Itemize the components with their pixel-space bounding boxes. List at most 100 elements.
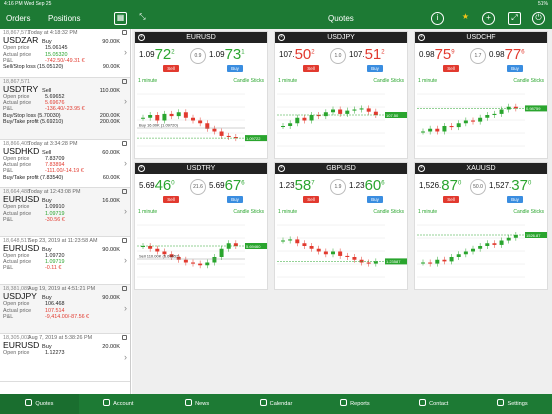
- bid-price[interactable]: 1,526.870: [419, 177, 461, 194]
- candle: [428, 128, 433, 132]
- ask-big: 73: [224, 46, 242, 63]
- candlestick-chart[interactable]: 107.50: [277, 88, 407, 158]
- ask-prefix: 0.98: [489, 50, 505, 59]
- calendar-icon[interactable]: ▦: [114, 12, 127, 25]
- position-item[interactable]: 18,648,517 Sep 23, 2019 at 11:23:58 AM EUR…: [0, 237, 130, 285]
- fullscreen-icon[interactable]: ⤢: [508, 12, 521, 25]
- position-item[interactable]: 18,305,003 Aug 7, 2019 at 5:38:26 PM EURUS…: [0, 334, 130, 382]
- sell-button[interactable]: Sell: [443, 196, 459, 203]
- bid-big: 50: [294, 46, 312, 63]
- chart-type[interactable]: Candle Sticks: [373, 77, 404, 86]
- candlestick-chart[interactable]: 0.98759: [417, 88, 547, 158]
- chart-controls: 1 minute Candle Sticks: [135, 77, 267, 86]
- ask-price[interactable]: 0.98776: [489, 46, 525, 63]
- chart-type[interactable]: Candle Sticks: [233, 208, 264, 217]
- chart-type[interactable]: Candle Sticks: [373, 208, 404, 217]
- chart-interval[interactable]: 1 minute: [138, 78, 157, 84]
- candle: [366, 108, 371, 112]
- buy-button[interactable]: Buy: [507, 65, 523, 72]
- buy-button[interactable]: Buy: [227, 65, 243, 72]
- chevron-right-icon[interactable]: ›: [124, 352, 127, 361]
- chevron-right-icon[interactable]: ›: [124, 47, 127, 56]
- chevron-right-icon[interactable]: ›: [124, 303, 127, 312]
- tab-news[interactable]: News: [158, 394, 237, 414]
- chart-type[interactable]: Candle Sticks: [513, 208, 544, 217]
- tab-settings[interactable]: Settings: [473, 394, 552, 414]
- ask-price[interactable]: 1.09731: [209, 46, 245, 63]
- candle: [205, 262, 210, 266]
- spread-badge: 21.6: [190, 179, 206, 195]
- position-item[interactable]: 18,664,488 Today at 12:43:08 PM EURUSD Buy 1…: [0, 188, 130, 237]
- quote-symbol: XAUUSD: [466, 165, 496, 172]
- pl-label: P&L: [3, 265, 14, 272]
- candle: [233, 243, 238, 246]
- chart-interval[interactable]: 1 minute: [278, 209, 297, 215]
- order-row: Buy/Take profit (5.69210) 200.00K: [3, 119, 127, 125]
- close-icon[interactable]: ×: [138, 165, 145, 172]
- chevron-right-icon[interactable]: ›: [124, 206, 127, 215]
- bid-price[interactable]: 1.09722: [139, 46, 175, 63]
- ask-price[interactable]: 5.69676: [209, 177, 245, 194]
- chart-interval[interactable]: 1 minute: [278, 78, 297, 84]
- candle: [183, 112, 188, 118]
- candlestick-chart[interactable]: 1.09722 Buy 16.00K (1.09720): [137, 88, 267, 158]
- quotes-grid: × EURUSD 1.09722 0.9 1.09731 Sell Buy 1 minute C…: [132, 29, 552, 394]
- positions-tab[interactable]: Positions: [48, 8, 80, 29]
- chart-interval[interactable]: 1 minute: [418, 209, 437, 215]
- position-item[interactable]: 18,867,571 Today at 4:18:32 PM USDZAR Buy 90…: [0, 29, 130, 78]
- chart-type[interactable]: Candle Sticks: [513, 77, 544, 86]
- candle: [295, 239, 300, 244]
- bid-price[interactable]: 0.98759: [419, 46, 455, 63]
- close-icon[interactable]: ×: [418, 34, 425, 41]
- chevron-right-icon[interactable]: ›: [124, 255, 127, 264]
- candle: [338, 109, 343, 114]
- chevron-right-icon[interactable]: ›: [124, 158, 127, 167]
- candlestick-chart[interactable]: 1.23587: [277, 219, 407, 289]
- power-icon[interactable]: ⏻: [532, 12, 545, 25]
- tab-calendar[interactable]: Calendar: [237, 394, 316, 414]
- tab-account[interactable]: Account: [79, 394, 158, 414]
- candlestick-chart[interactable]: 5.69460 Sell 110.00K (5.69652): [137, 219, 267, 289]
- tab-quotes[interactable]: Quotes: [0, 394, 79, 414]
- buy-button[interactable]: Buy: [367, 196, 383, 203]
- buy-button[interactable]: Buy: [507, 196, 523, 203]
- pl-value: -9,414.00/-87.56 €: [45, 313, 90, 320]
- quote-symbol: GBPUSD: [326, 165, 356, 172]
- orders-tab[interactable]: Orders: [6, 8, 30, 29]
- chevron-right-icon[interactable]: ›: [124, 96, 127, 105]
- fullscreen-icon[interactable]: ⤡: [136, 12, 149, 25]
- buy-button[interactable]: Buy: [367, 65, 383, 72]
- chart-interval[interactable]: 1 minute: [418, 78, 437, 84]
- tab-reports[interactable]: Reports: [315, 394, 394, 414]
- position-item[interactable]: 18,381,089 Aug 19, 2019 at 4:51:21 PM USDJ…: [0, 285, 130, 334]
- candle: [212, 128, 217, 132]
- ask-price[interactable]: 107.512: [349, 46, 385, 63]
- close-icon[interactable]: ×: [418, 165, 425, 172]
- bid-price[interactable]: 5.69460: [139, 177, 175, 194]
- chart-type[interactable]: Candle Sticks: [233, 77, 264, 86]
- sell-button[interactable]: Sell: [163, 196, 179, 203]
- position-item[interactable]: 18,867,571 USDTRY Sell 110.00K › Open price 5.…: [0, 77, 130, 140]
- candle: [449, 126, 454, 128]
- sell-button[interactable]: Sell: [443, 65, 459, 72]
- buy-button[interactable]: Buy: [227, 196, 243, 203]
- close-icon[interactable]: ×: [278, 165, 285, 172]
- add-icon[interactable]: +: [482, 12, 495, 25]
- ask-price[interactable]: 1,527.370: [489, 177, 531, 194]
- candlestick-chart[interactable]: 1526.87: [417, 219, 547, 289]
- bid-price[interactable]: 107.502: [279, 46, 315, 63]
- bid-price[interactable]: 1.23587: [279, 177, 315, 194]
- close-icon[interactable]: ×: [278, 34, 285, 41]
- sell-button[interactable]: Sell: [163, 65, 179, 72]
- candle: [506, 237, 511, 241]
- position-item[interactable]: 18,866,405 Today at 3:34:28 PM USDHKD Sell 6…: [0, 140, 130, 188]
- sell-button[interactable]: Sell: [303, 196, 319, 203]
- tab-contact[interactable]: Contact: [394, 394, 473, 414]
- chart-interval[interactable]: 1 minute: [138, 209, 157, 215]
- close-icon[interactable]: ×: [138, 34, 145, 41]
- info-icon[interactable]: i: [431, 12, 444, 25]
- candle: [338, 251, 343, 256]
- sell-button[interactable]: Sell: [303, 65, 319, 72]
- star-icon[interactable]: ★: [459, 12, 472, 25]
- ask-price[interactable]: 1.23606: [349, 177, 385, 194]
